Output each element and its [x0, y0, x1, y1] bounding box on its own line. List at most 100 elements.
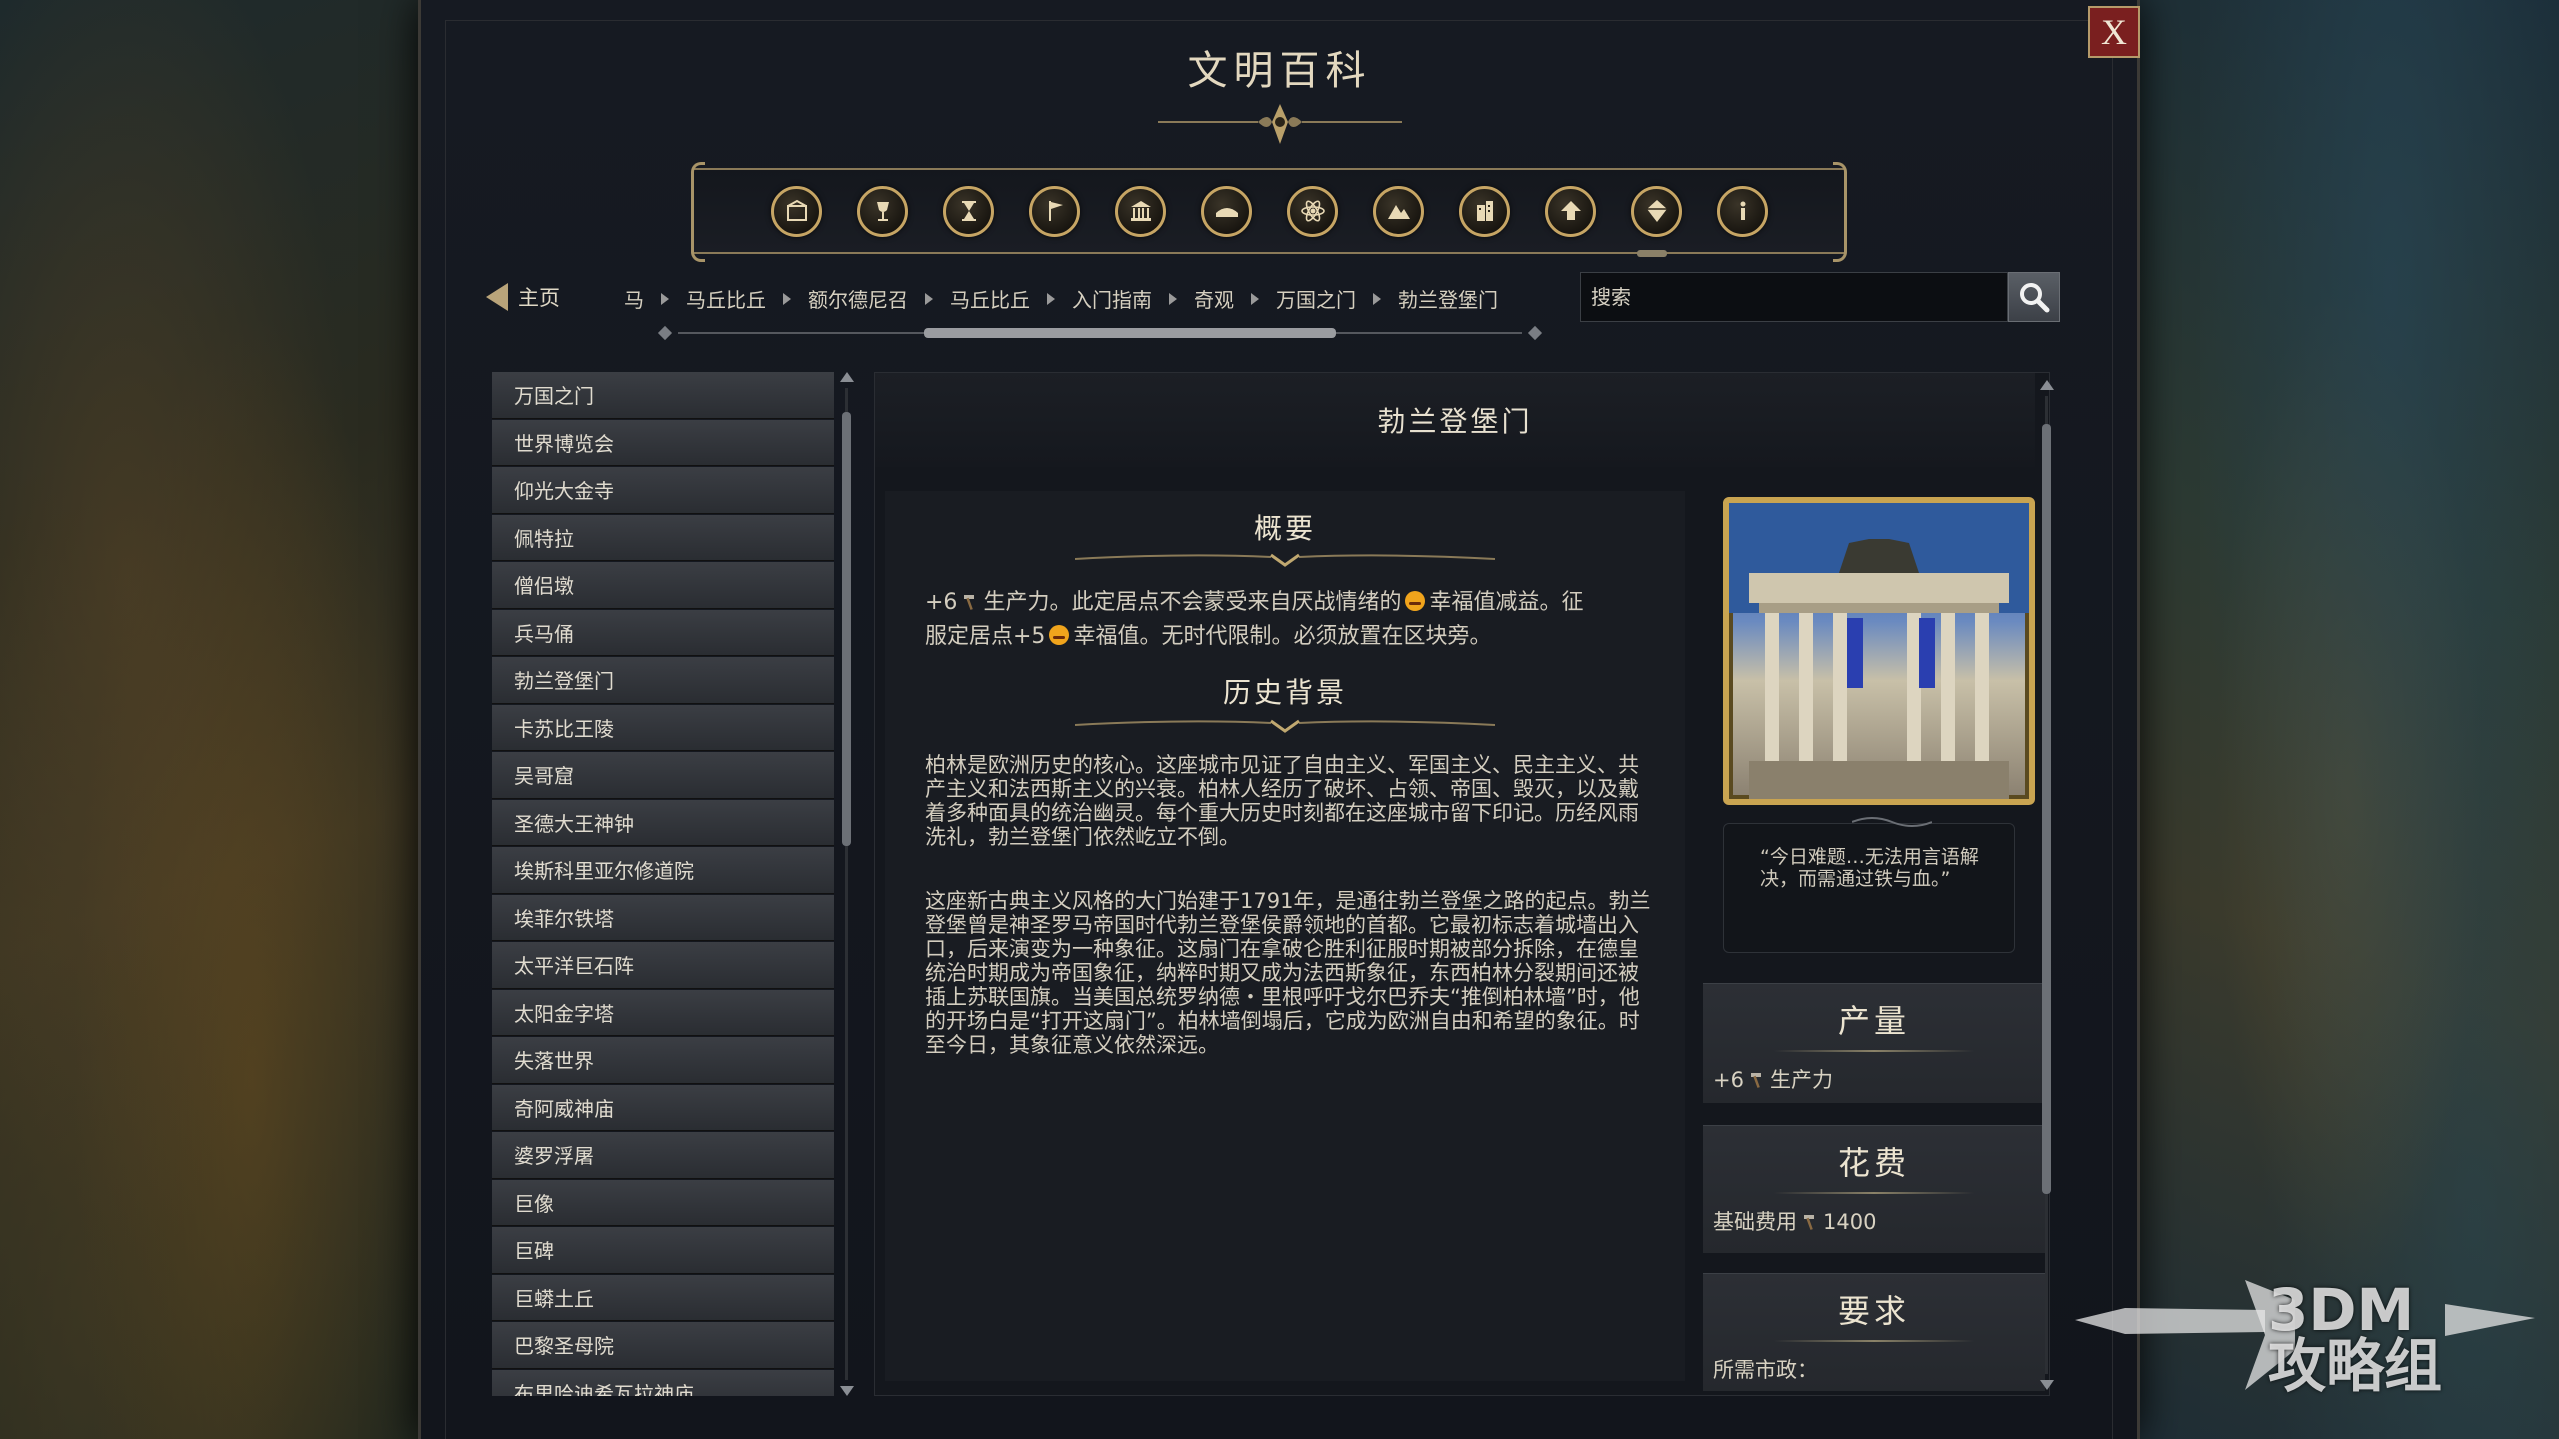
list-item[interactable]: 奇阿威神庙 — [492, 1084, 834, 1131]
scroll-left-diamond-icon[interactable] — [657, 325, 673, 341]
cost-line: 基础费用 1400 — [1703, 1194, 2045, 1248]
scroll-up-icon[interactable] — [2040, 380, 2054, 390]
history-heading: 历史背景 — [1222, 676, 1347, 709]
happiness-icon — [1049, 625, 1070, 645]
breadcrumb-separator-icon — [783, 292, 791, 305]
breadcrumb-item[interactable]: 马 — [624, 284, 644, 313]
cost-label: 基础费用 — [1713, 1210, 1797, 1234]
list-item[interactable]: 埃菲尔铁塔 — [492, 894, 834, 941]
watermark-line2: 攻略组 — [2268, 1332, 2443, 1400]
article-panel: 勃兰登堡门 概要 +6 生产力。此定居点不会蒙受来自厌战情绪的 幸福值减益。征 服定… — [874, 372, 2050, 1396]
list-item[interactable]: 吴哥窟 — [492, 752, 834, 799]
history-paragraph-2: 这座新古典主义风格的大门始建于1791年，是通往勃兰登堡之路的起点。勃兰登堡曾是… — [925, 889, 1651, 1057]
back-arrow-icon — [486, 283, 508, 311]
overview-text-part: 服定居点+5 — [925, 624, 1046, 649]
scroll-down-icon[interactable] — [2040, 1380, 2054, 1390]
upgrade-arrow-icon[interactable] — [1545, 185, 1596, 237]
cost-box: 花费 基础费用 1400 — [1703, 1125, 2045, 1253]
breadcrumb-item[interactable]: 奇观 — [1194, 284, 1234, 313]
list-item[interactable]: 佩特拉 — [492, 514, 834, 561]
flag-icon[interactable] — [1029, 185, 1080, 237]
hammer-icon — [964, 595, 975, 610]
wonder-portrait — [1723, 497, 2035, 805]
cost-value: 1400 — [1823, 1210, 1877, 1234]
yield-value: +6 — [1713, 1068, 1744, 1092]
government-building-icon[interactable] — [1115, 185, 1166, 237]
overview-text-part: 生产力。此定居点不会蒙受来自厌战情绪的 — [983, 590, 1402, 615]
list-item[interactable]: 埃斯科里亚尔修道院 — [492, 847, 834, 894]
history-paragraph-1: 柏林是欧洲历史的核心。这座城市见证了自由主义、军国主义、民主主义、共产主义和法西… — [925, 753, 1639, 849]
search-button[interactable] — [2008, 272, 2060, 322]
city-building-icon[interactable] — [1459, 185, 1510, 237]
home-label: 主页 — [518, 286, 560, 310]
breadcrumb-separator-icon — [1373, 292, 1381, 305]
requirements-heading: 要求 — [1837, 1292, 1910, 1330]
section-ornament — [1075, 719, 1495, 733]
breadcrumb-separator-icon — [661, 292, 669, 305]
brandenburg-gate-image — [1729, 503, 2029, 799]
list-item[interactable]: 巨碑 — [492, 1227, 834, 1274]
breadcrumb-scrollbar[interactable] — [657, 325, 1543, 341]
breadcrumb-item[interactable]: 万国之门 — [1276, 284, 1356, 313]
list-item[interactable]: 太阳金字塔 — [492, 989, 834, 1036]
category-scroll-indicator[interactable] — [1637, 250, 1667, 257]
chalice-icon[interactable] — [857, 185, 908, 237]
overview-text-part: 幸福值减益。征 — [1429, 590, 1584, 615]
wonder-list: 万国之门 世界博览会 仰光大金寺 佩特拉 僧侣墩 兵马俑 勃兰登堡门 卡苏比王陵… — [492, 372, 834, 1396]
breadcrumb-item[interactable]: 马丘比丘 — [950, 284, 1030, 313]
article-scroll-thumb[interactable] — [2042, 424, 2051, 1194]
map-background-right — [2139, 0, 2559, 1439]
quote-text: “今日难题…无法用言语解决，而需通过铁与血。” — [1760, 846, 1979, 890]
home-button[interactable]: 主页 — [486, 282, 560, 312]
hourglass-icon[interactable] — [943, 185, 994, 237]
book-icon[interactable] — [1201, 185, 1252, 237]
scroll-up-icon[interactable] — [840, 372, 854, 382]
title-ornament — [1158, 104, 1402, 144]
category-bar-left-bracket — [691, 162, 705, 262]
breadcrumb-item[interactable]: 入门指南 — [1072, 284, 1152, 313]
trade-goods-icon[interactable] — [771, 185, 822, 237]
list-item[interactable]: 兵马俑 — [492, 609, 834, 656]
yield-label: 生产力 — [1769, 1068, 1833, 1092]
list-item[interactable]: 巨蟒土丘 — [492, 1274, 834, 1321]
breadcrumb-scroll-thumb[interactable] — [924, 328, 1336, 338]
scroll-down-icon[interactable] — [840, 1386, 854, 1396]
section-ornament — [1075, 553, 1495, 567]
overview-production-value: +6 — [925, 590, 958, 615]
list-item[interactable]: 巴黎圣母院 — [492, 1322, 834, 1369]
window-title: 文明百科 — [1187, 48, 1372, 94]
list-item[interactable]: 仰光大金寺 — [492, 467, 834, 514]
hammer-icon — [1750, 1073, 1761, 1088]
list-item[interactable]: 布里哈迪希瓦拉神庙 — [492, 1369, 834, 1396]
list-item[interactable]: 万国之门 — [492, 372, 834, 419]
list-item[interactable]: 婆罗浮屠 — [492, 1132, 834, 1179]
breadcrumb-separator-icon — [1169, 292, 1177, 305]
category-bar-right-bracket — [1833, 162, 1847, 262]
list-item[interactable]: 圣德大王神钟 — [492, 799, 834, 846]
requirements-box: 要求 所需市政： — [1703, 1273, 2045, 1391]
breadcrumb-item-current[interactable]: 勃兰登堡门 — [1398, 284, 1498, 313]
list-item[interactable]: 巨像 — [492, 1179, 834, 1226]
list-item[interactable]: 卡苏比王陵 — [492, 704, 834, 751]
breadcrumb-item[interactable]: 马丘比丘 — [686, 284, 766, 313]
quote-ornament — [1852, 817, 1932, 827]
overview-text-part: 幸福值。无时代限制。必须放置在区块旁。 — [1073, 624, 1492, 649]
atom-icon[interactable] — [1287, 185, 1338, 237]
info-icon[interactable] — [1717, 185, 1768, 237]
mountain-icon[interactable] — [1373, 185, 1424, 237]
crystal-icon[interactable] — [1631, 185, 1682, 237]
breadcrumb-separator-icon — [1251, 292, 1259, 305]
article-scrollbar[interactable] — [2040, 380, 2054, 1390]
list-item[interactable]: 失落世界 — [492, 1037, 834, 1084]
search-input[interactable] — [1580, 272, 2008, 322]
watermark-line1: 3DM — [2268, 1276, 2415, 1344]
yield-line: +6 生产力 — [1703, 1052, 2045, 1106]
list-item-selected[interactable]: 勃兰登堡门 — [492, 657, 834, 704]
list-item[interactable]: 世界博览会 — [492, 419, 834, 466]
breadcrumb-item[interactable]: 额尔德尼召 — [808, 284, 908, 313]
list-scroll-thumb[interactable] — [842, 412, 851, 846]
list-item[interactable]: 太平洋巨石阵 — [492, 942, 834, 989]
list-scrollbar[interactable] — [840, 372, 854, 1396]
list-item[interactable]: 僧侣墩 — [492, 562, 834, 609]
scroll-right-diamond-icon[interactable] — [1527, 325, 1543, 341]
